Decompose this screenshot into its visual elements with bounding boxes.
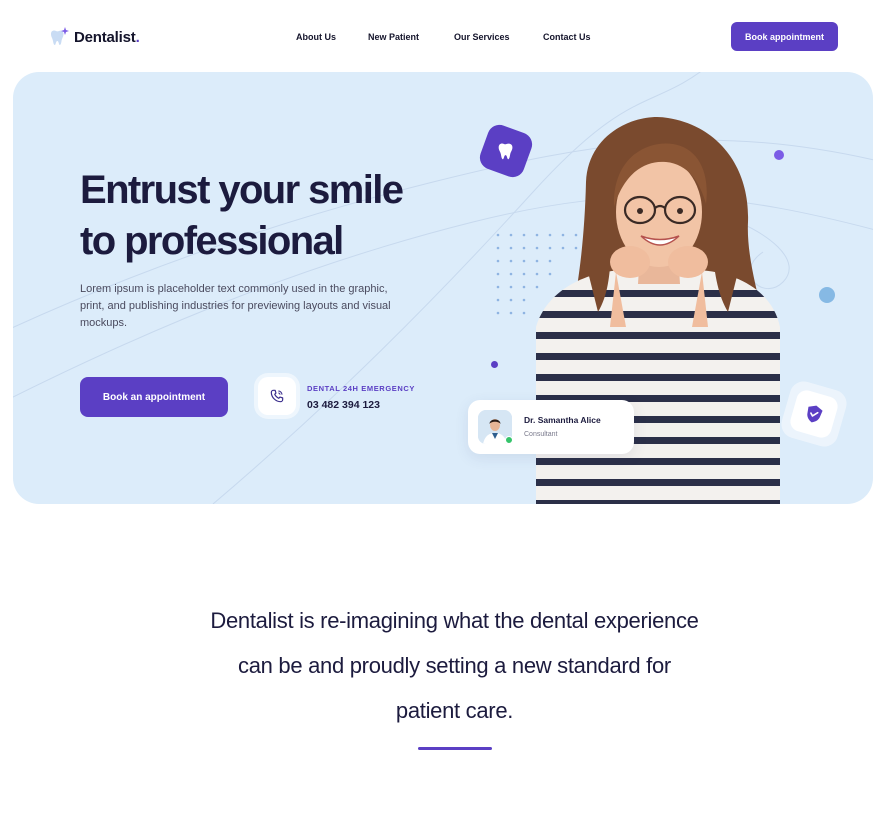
phone-icon: [270, 389, 284, 403]
mission-statement: Dentalist is re-imagining what the denta…: [0, 598, 889, 733]
doctor-card[interactable]: Dr. Samantha Alice Consultant: [468, 400, 634, 454]
emergency-label: DENTAL 24H EMERGENCY: [307, 384, 415, 393]
doctor-role: Consultant: [524, 431, 558, 438]
statement-line-3: patient care.: [395, 698, 514, 723]
top-navigation: Dentalist. About Us New Patient Our Serv…: [0, 0, 889, 72]
decorative-dot: [819, 287, 835, 303]
book-appointment-button[interactable]: Book appointment: [731, 22, 838, 51]
statement-line-2: can be and proudly setting a new standar…: [238, 653, 671, 678]
tooth-icon: [498, 143, 513, 160]
hero-description: Lorem ipsum is placeholder text commonly…: [80, 283, 391, 329]
statement-line-1: Dentalist is re-imagining what the denta…: [210, 608, 699, 633]
nav-link-new-patient[interactable]: New Patient: [368, 32, 419, 42]
nav-link-our-services[interactable]: Our Services: [454, 32, 510, 42]
hero-title: Entrust your smile to professional: [80, 165, 420, 267]
emergency-phone-number[interactable]: 03 482 394 123: [307, 399, 380, 411]
nav-link-about-us[interactable]: About Us: [296, 32, 336, 42]
decorative-dot: [491, 361, 498, 368]
shield-check-icon: [807, 405, 823, 423]
logo-dot: .: [135, 28, 140, 46]
hero-title-line-2: to professional: [80, 219, 344, 263]
logo-text: Dentalist: [74, 28, 136, 46]
online-status-indicator: [505, 436, 513, 444]
hero-title-line-1: Entrust your smile: [80, 168, 404, 212]
hero-section: Entrust your smile to professional Lorem…: [13, 72, 873, 504]
emergency-phone-button[interactable]: [258, 377, 296, 415]
tooth-sparkle-logo-icon: [48, 26, 69, 48]
book-an-appointment-button[interactable]: Book an appointment: [80, 377, 228, 417]
doctor-name: Dr. Samantha Alice: [524, 415, 601, 425]
nav-link-contact-us[interactable]: Contact Us: [543, 32, 591, 42]
logo[interactable]: Dentalist.: [48, 26, 140, 48]
accent-divider: [418, 747, 492, 750]
